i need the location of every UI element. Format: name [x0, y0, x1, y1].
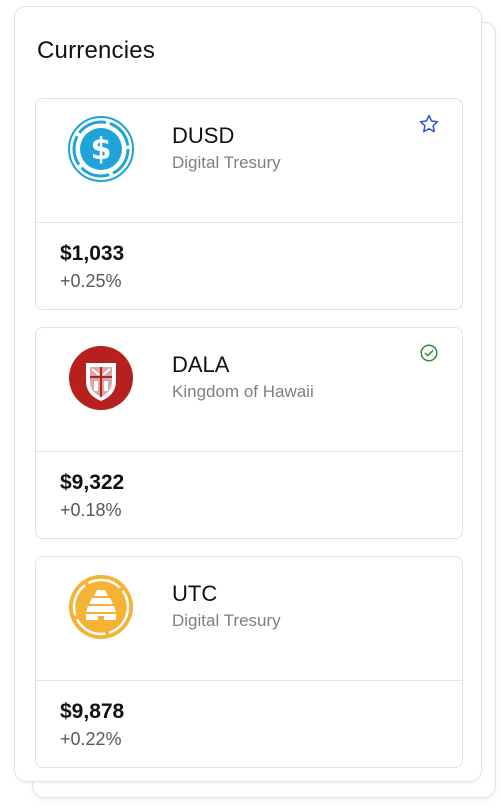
- currency-card-dala[interactable]: DALA Kingdom of Hawaii $9,322 +0.18%: [35, 327, 463, 539]
- currency-issuer: Kingdom of Hawaii: [172, 382, 314, 401]
- currency-symbol: UTC: [172, 581, 218, 606]
- currency-symbol: DUSD: [172, 123, 235, 148]
- currency-change: +0.18%: [60, 500, 122, 520]
- star-outline-icon[interactable]: [418, 113, 440, 135]
- panel-title: Currencies: [37, 37, 156, 64]
- hawaii-crest-icon: [69, 346, 133, 410]
- dollar-coin-icon: $: [68, 116, 134, 182]
- verified-check-icon[interactable]: [418, 342, 440, 364]
- currency-change: +0.25%: [60, 271, 122, 291]
- currency-issuer: Digital Tresury: [172, 153, 281, 172]
- currency-price: $9,878: [60, 700, 125, 723]
- currency-issuer: Digital Tresury: [172, 611, 281, 630]
- currency-price: $1,033: [60, 242, 125, 265]
- card-divider: [36, 680, 462, 681]
- svg-text:$: $: [91, 132, 112, 167]
- card-divider: [36, 451, 462, 452]
- currency-price: $9,322: [60, 471, 125, 494]
- currency-card-utc[interactable]: UTC Digital Tresury $9,878 +0.22%: [35, 556, 463, 768]
- currency-symbol: DALA: [172, 352, 230, 377]
- currencies-panel: Currencies $ DUSD Digital Tresury $1,033…: [14, 6, 482, 782]
- beehive-coin-icon: [69, 575, 133, 639]
- currency-change: +0.22%: [60, 729, 122, 749]
- currency-card-dusd[interactable]: $ DUSD Digital Tresury $1,033 +0.25%: [35, 98, 463, 310]
- card-divider: [36, 222, 462, 223]
